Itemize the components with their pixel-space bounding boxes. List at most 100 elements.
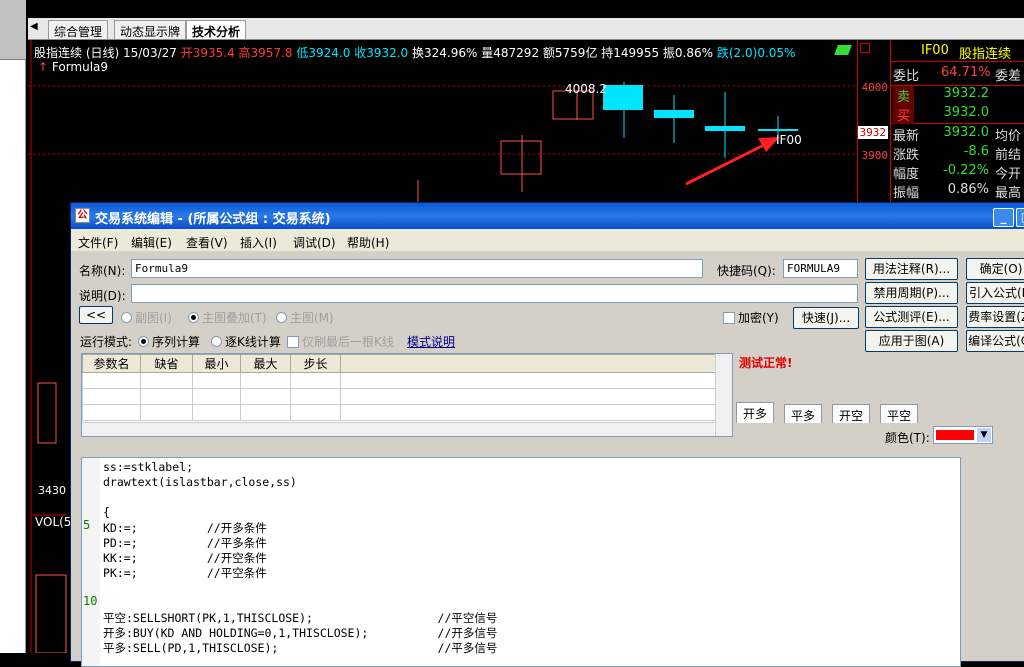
candle-4 (654, 110, 694, 118)
annotation-arrow-line (685, 142, 767, 186)
quote-key: 委比 (893, 69, 920, 84)
disable-period-button[interactable]: 禁用周期(P)... (865, 282, 958, 304)
quote-value: 3932.2 (943, 86, 990, 101)
table-row[interactable] (82, 388, 717, 405)
col-param-name[interactable]: 参数名 (82, 354, 141, 373)
col-max[interactable]: 最大 (240, 354, 291, 373)
encrypt-checkbox[interactable]: 加密(Y) (723, 309, 779, 326)
menu-file[interactable]: 文件(F) (78, 234, 118, 251)
color-select[interactable]: ▼ (933, 426, 993, 444)
dialog-title: 交易系统编辑 - (所属公式组 : 交易系统) (95, 212, 331, 227)
radio-per-bar-calc[interactable]: 逐K线计算 (211, 333, 281, 350)
shortcut-input[interactable]: FORMULA9 (783, 259, 858, 278)
table-row[interactable] (82, 404, 717, 421)
quote-key2: 最高 (995, 186, 1022, 201)
menu-debug[interactable]: 调试(D) (293, 234, 336, 251)
quote-key2: 委差 (995, 69, 1022, 84)
line-number: 10 (83, 594, 98, 608)
formula-evaluate-button[interactable]: 公式测评(E)... (865, 306, 958, 328)
chevron-down-icon[interactable]: ▼ (977, 428, 991, 442)
quote-symbol: IF00 (921, 43, 949, 58)
axis-toggle-icon[interactable] (860, 43, 870, 53)
open-interest: 持149955 (601, 46, 660, 60)
formula-name-text: Formula9 (51, 60, 109, 74)
radio-main-chart[interactable]: 主图(M) (276, 309, 334, 326)
code-line: PD:=; //平多条件 (103, 536, 267, 550)
menu-view[interactable]: 查看(V) (186, 234, 228, 251)
import-formula-button[interactable]: 引入公式(L) (966, 282, 1024, 304)
quote-panel: IF00 股指连续 委比 64.71% 委差 卖 3932.2 买 3932.0… (890, 40, 1024, 205)
quote-row-ask: 卖 3932.2 (891, 85, 1024, 105)
mode-help-link[interactable]: 模式说明 (407, 333, 455, 350)
quote-value: 0.86% (947, 182, 989, 197)
table-row[interactable] (82, 372, 717, 389)
grid-horizontal-scrollbar[interactable] (82, 422, 714, 436)
code-line: KK:=; //开空条件 (103, 551, 267, 565)
col-min[interactable]: 最小 (192, 354, 241, 373)
color-swatch (936, 430, 974, 440)
quote-value: 3932.0 (943, 125, 990, 140)
peak-price-label: 4008.2 (565, 82, 607, 96)
tab-scroll-left-icon[interactable]: ◀ (30, 21, 42, 35)
candle-6 (758, 129, 798, 131)
name-input[interactable]: Formula9 (131, 259, 703, 278)
compile-formula-button[interactable]: 编译公式(C) (966, 330, 1024, 352)
quote-key2: 均价 (995, 129, 1022, 144)
tab-close-long[interactable]: 平多 (784, 404, 823, 423)
tab-close-short[interactable]: 平空 (880, 404, 919, 423)
amplitude: 振0.86% (662, 46, 714, 60)
tab-open-short[interactable]: 开空 (832, 404, 871, 423)
tab-overview[interactable]: 综合管理 (48, 20, 109, 39)
candle-3 (603, 85, 643, 110)
parameter-grid[interactable]: 参数名 缺省 最小 最大 步长 (81, 353, 733, 437)
description-input[interactable] (131, 284, 858, 303)
menu-insert[interactable]: 插入(I) (240, 234, 277, 251)
quote-row-change: 涨跌 -8.6 前结 (891, 144, 1024, 163)
quote-key: 最新 (893, 129, 920, 144)
minimize-button[interactable]: _ (993, 208, 1014, 227)
radio-sub-chart[interactable]: 副图(I) (121, 309, 172, 326)
code-line: 开多:BUY(KD AND HOLDING=0,1,THISCLOSE); //… (103, 626, 498, 640)
col-spacer (340, 354, 717, 373)
quote-value: -8.6 (963, 144, 989, 159)
volume-indicator-label: VOL(5 (35, 515, 72, 529)
fast-button[interactable]: 快速(J)... (793, 307, 859, 329)
quote-key: 买 (893, 105, 915, 124)
menu-edit[interactable]: 编辑(E) (131, 234, 172, 251)
apply-to-chart-button[interactable]: 应用于图(A) (865, 330, 958, 352)
left-scroll-area[interactable] (0, 0, 26, 60)
grid-vertical-scrollbar[interactable] (715, 354, 732, 436)
high-price: 高3957.8 (238, 46, 293, 60)
name-label: 名称(N): (79, 264, 126, 278)
fee-settings-button[interactable]: 费率设置(Z) (966, 306, 1024, 328)
radio-series-calc[interactable]: 序列计算 (138, 333, 200, 350)
candles (417, 82, 798, 205)
tab-dynamic-board[interactable]: 动态显示牌 (114, 20, 187, 39)
code-editor[interactable]: 5 10 ss:=stklabel; drawtext(islastbar,cl… (81, 457, 961, 667)
radio-main-overlay-label: 主图叠加(T) (202, 311, 267, 325)
tab-technical-analysis[interactable]: 技术分析 (186, 20, 247, 39)
maximize-button[interactable]: □ (1016, 208, 1024, 227)
collapse-button[interactable]: << (79, 306, 113, 324)
radio-main-overlay[interactable]: 主图叠加(T) (188, 309, 267, 326)
quote-key: 幅度 (893, 167, 920, 182)
axis-tick-3900: 3900 (861, 149, 889, 162)
code-line: PK:=; //平空条件 (103, 566, 267, 580)
turnover-rate: 换324.96% (412, 46, 478, 60)
run-mode-label: 运行模式: (80, 335, 133, 349)
tab-open-long[interactable]: 开多 (736, 402, 775, 423)
menu-help[interactable]: 帮助(H) (347, 234, 389, 251)
col-default[interactable]: 缺省 (140, 354, 193, 373)
last-bar-only-checkbox[interactable]: 仅刷最后一根K线 (287, 333, 394, 350)
code-line: ss:=stklabel; (103, 460, 194, 474)
dialog-titlebar[interactable]: 公 交易系统编辑 - (所属公式组 : 交易系统) _ □ (71, 203, 1024, 229)
ok-button[interactable]: 确定(O) (966, 258, 1024, 280)
quote-row-amplitude: 振幅 0.86% 最高 (891, 182, 1024, 201)
symbol-name: 股指连续 (日线) 15/03/27 (34, 46, 177, 60)
quote-symbol-name: 股指连续 (959, 47, 1012, 62)
quote-value: 3932.0 (943, 105, 990, 120)
usage-notes-button[interactable]: 用法注释(R)... (865, 258, 958, 280)
radio-per-bar-calc-label: 逐K线计算 (225, 335, 281, 349)
code-line: KD:=; //开多条件 (103, 521, 267, 535)
col-step[interactable]: 步长 (290, 354, 341, 373)
